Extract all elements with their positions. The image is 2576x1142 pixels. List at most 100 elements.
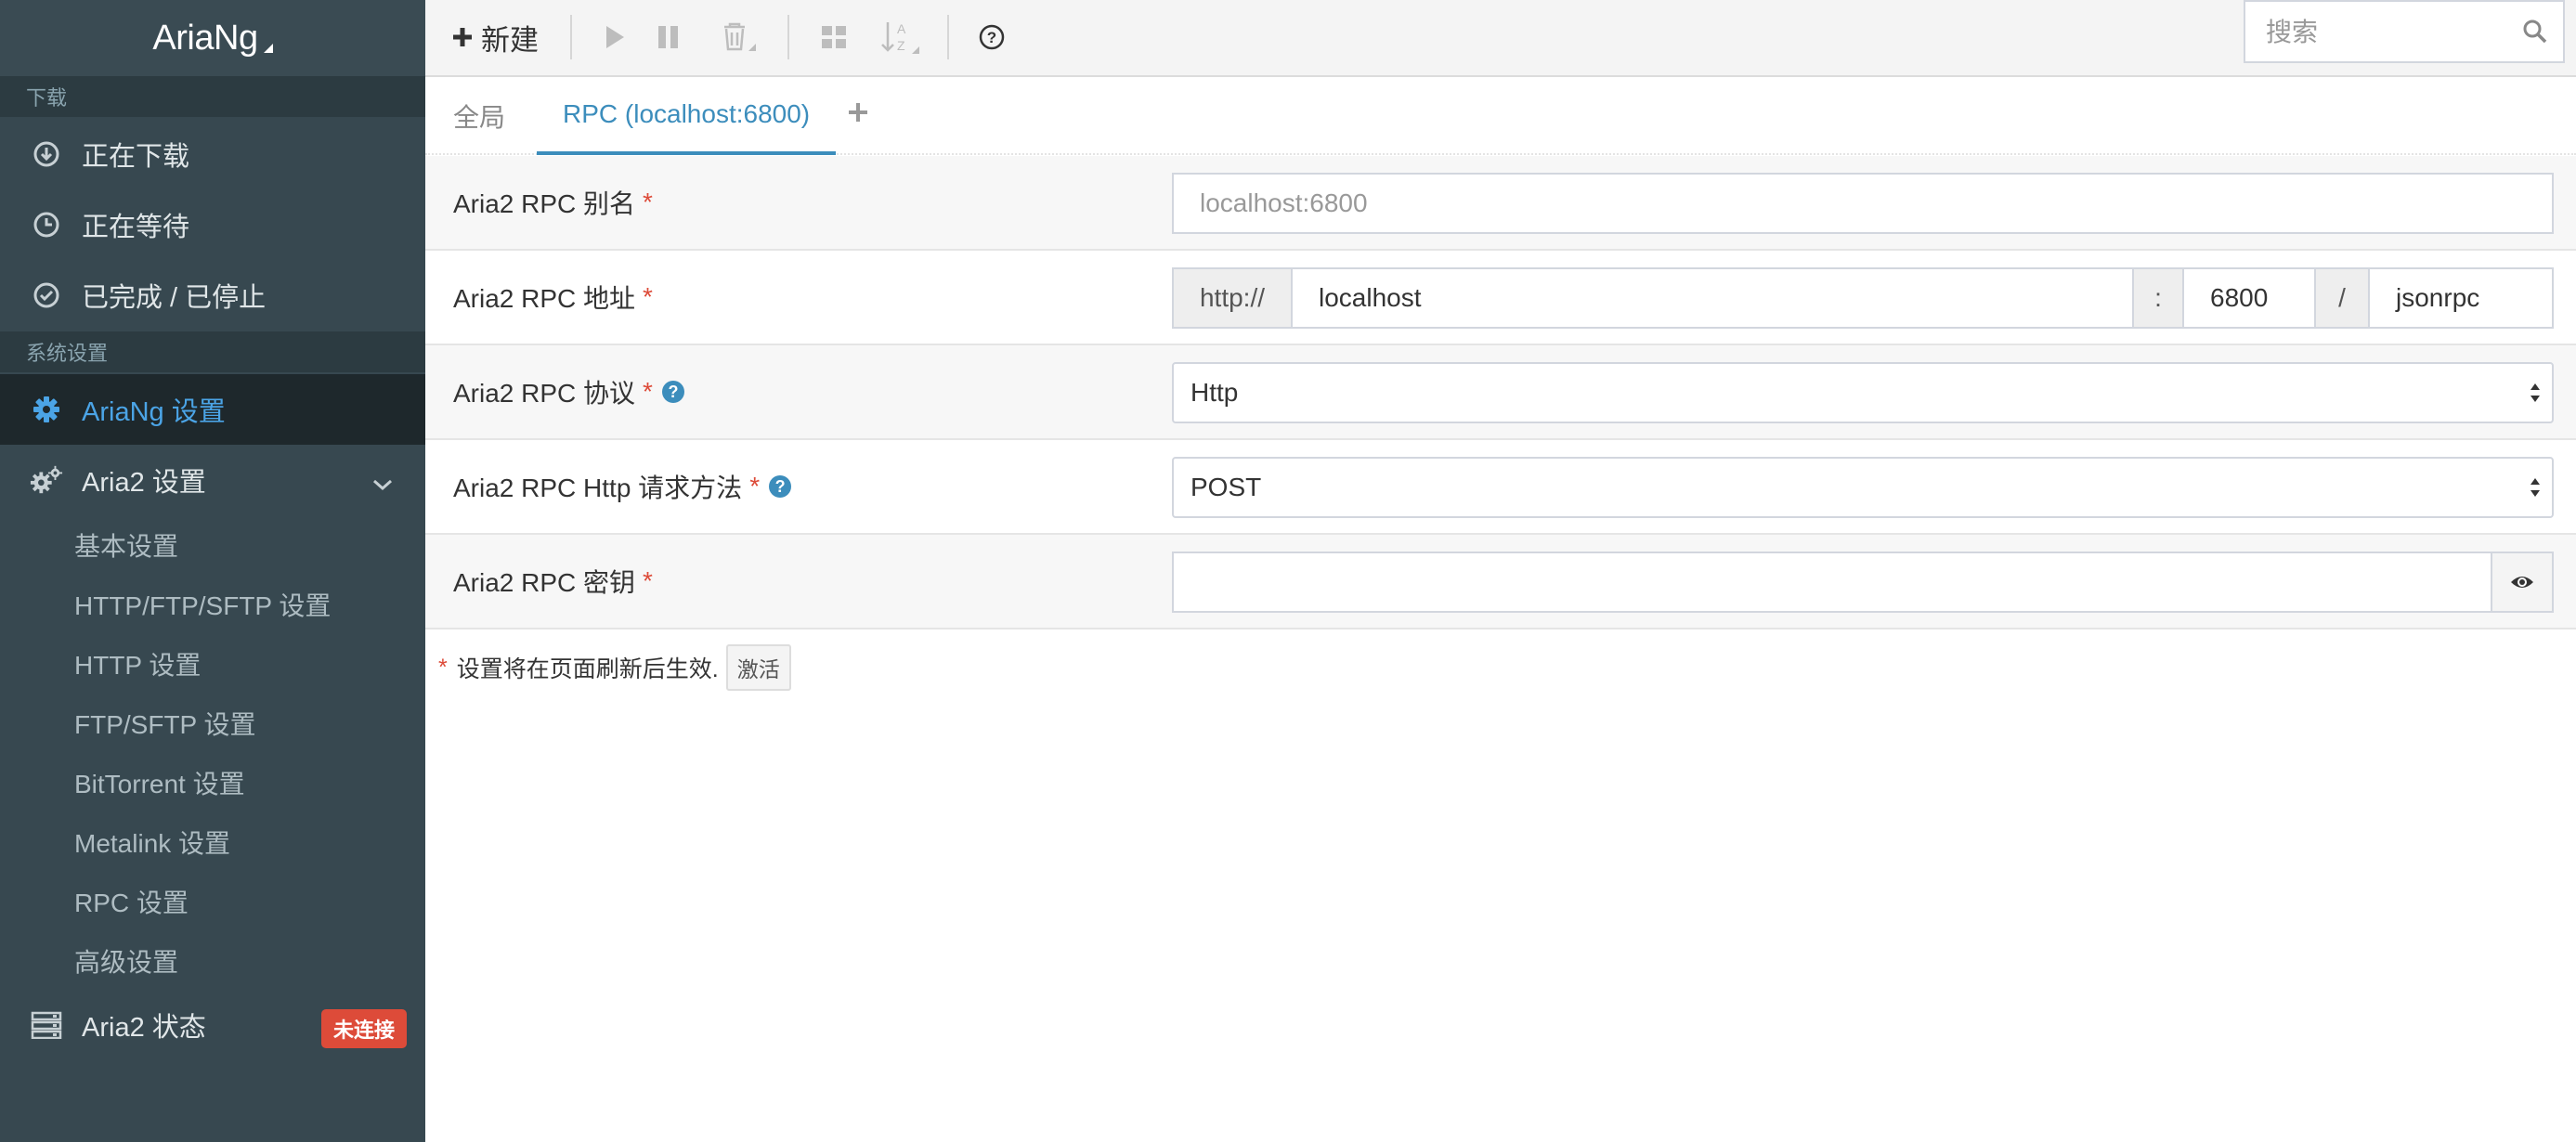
help-button[interactable]: ? — [969, 13, 1014, 61]
plus-icon — [847, 101, 869, 123]
play-icon — [604, 24, 626, 50]
tab-global[interactable]: 全局 — [453, 77, 505, 155]
pause-button[interactable] — [648, 13, 689, 61]
setting-label-text: Aria2 RPC 地址 — [453, 284, 636, 313]
tab-rpc[interactable]: RPC (localhost:6800) — [537, 77, 837, 155]
setting-row-secret: Aria2 RPC 密钥 * — [425, 535, 2576, 629]
required-mark: * — [749, 472, 761, 500]
search-icon[interactable] — [2522, 19, 2548, 49]
sidebar: AriaNg 下载 正在下载 正在等待 已完成 / 已停止 系统设置 AriaN… — [0, 0, 425, 1142]
setting-row-alias: Aria2 RPC 别名 * localhost:6800 — [425, 156, 2576, 251]
sidebar-item-waiting[interactable]: 正在等待 — [0, 189, 425, 260]
toolbar-divider — [787, 15, 789, 59]
select-arrows-icon — [2528, 474, 2543, 508]
setting-label-text: Aria2 RPC 协议 — [453, 379, 636, 408]
search-input[interactable] — [2245, 2, 2518, 63]
setting-row-method: Aria2 RPC Http 请求方法 * ? POST — [425, 440, 2576, 535]
setting-label-text: Aria2 RPC Http 请求方法 — [453, 474, 743, 502]
display-mode-button[interactable] — [812, 13, 856, 61]
sidebar-item-label: 正在下载 — [82, 142, 190, 172]
toolbar: 新建 AZ ? — [425, 0, 2576, 77]
port-input[interactable]: 6800 — [2184, 269, 2314, 327]
svg-text:Z: Z — [897, 38, 905, 53]
setting-row-address: Aria2 RPC 地址 * http:// localhost : 6800 … — [425, 251, 2576, 345]
eye-icon — [2510, 574, 2534, 590]
sidebar-subitem-basic[interactable]: 基本设置 — [0, 515, 425, 575]
alias-placeholder: localhost:6800 — [1200, 188, 1368, 217]
address-input-group: http:// localhost : 6800 / jsonrpc — [1172, 267, 2554, 329]
setting-label-text: Aria2 RPC 别名 — [453, 189, 636, 218]
path-separator: / — [2314, 269, 2370, 327]
chevron-down-icon — [371, 469, 394, 500]
setting-label-text: Aria2 RPC 密钥 — [453, 568, 636, 597]
sidebar-header-settings: 系统设置 — [0, 331, 425, 372]
sidebar-item-label: Aria2 状态 — [82, 1013, 206, 1043]
host-input[interactable]: localhost — [1293, 269, 2132, 327]
help-icon[interactable]: ? — [661, 381, 684, 403]
brand-name: AriaNg — [152, 18, 258, 58]
sidebar-subitem-metalink[interactable]: Metalink 设置 — [0, 812, 425, 872]
sidebar-item-ariang-settings[interactable]: AriaNg 设置 — [0, 374, 425, 445]
setting-label: Aria2 RPC 地址 * — [453, 251, 653, 344]
search-box — [2244, 0, 2565, 63]
required-mark: * — [643, 282, 653, 311]
grid-icon — [820, 23, 848, 51]
svg-text:A: A — [897, 21, 906, 36]
required-mark: * — [643, 566, 653, 595]
sidebar-subitem-advanced[interactable]: 高级设置 — [0, 931, 425, 991]
gear-icon — [30, 393, 63, 426]
toolbar-divider — [570, 15, 572, 59]
start-button[interactable] — [594, 13, 635, 61]
sidebar-item-downloading[interactable]: 正在下载 — [0, 119, 425, 189]
select-arrows-icon — [2528, 379, 2543, 413]
gears-icon — [30, 463, 63, 497]
toolbar-divider — [947, 15, 949, 59]
toggle-secret-visibility-button[interactable] — [2491, 553, 2552, 611]
sort-az-icon: AZ — [880, 19, 925, 56]
pause-icon — [656, 24, 682, 50]
port-separator: : — [2132, 269, 2184, 327]
alias-input[interactable]: localhost:6800 — [1172, 173, 2554, 234]
plus-icon — [451, 26, 474, 48]
sidebar-item-aria2-status[interactable]: Aria2 状态 未连接 — [0, 990, 425, 1060]
sidebar-subitem-http-ftp-sftp[interactable]: HTTP/FTP/SFTP 设置 — [0, 575, 425, 634]
method-selected-value: POST — [1190, 473, 1262, 501]
sidebar-item-stopped[interactable]: 已完成 / 已停止 — [0, 260, 425, 331]
sidebar-header-download: 下载 — [0, 76, 425, 117]
protocol-prefix: http:// — [1172, 269, 1293, 327]
sort-button[interactable]: AZ — [875, 13, 930, 61]
sidebar-item-aria2-settings[interactable]: Aria2 设置 — [0, 445, 425, 515]
server-icon — [30, 1008, 63, 1042]
svg-text:?: ? — [987, 29, 996, 46]
required-mark: * — [643, 377, 653, 406]
note-text: 设置将在页面刷新后生效. — [456, 656, 719, 682]
sidebar-item-label: 正在等待 — [82, 213, 190, 242]
new-task-button[interactable]: 新建 — [451, 13, 539, 61]
sidebar-subitem-http[interactable]: HTTP 设置 — [0, 634, 425, 694]
sidebar-item-label: AriaNg 设置 — [82, 397, 226, 427]
sidebar-subitem-rpc[interactable]: RPC 设置 — [0, 872, 425, 931]
protocol-selected-value: Http — [1190, 378, 1239, 407]
path-input[interactable]: jsonrpc — [2370, 269, 2550, 327]
activate-button[interactable]: 激活 — [725, 644, 791, 691]
method-select[interactable]: POST — [1172, 457, 2554, 518]
sidebar-subitem-ftp-sftp[interactable]: FTP/SFTP 设置 — [0, 694, 425, 753]
setting-label: Aria2 RPC Http 请求方法 * ? — [453, 440, 792, 533]
brand-logo[interactable]: AriaNg — [0, 0, 425, 76]
sidebar-item-label: Aria2 设置 — [82, 468, 206, 498]
delete-button[interactable] — [717, 13, 765, 61]
setting-label: Aria2 RPC 密钥 * — [453, 535, 653, 628]
protocol-select[interactable]: Http — [1172, 362, 2554, 423]
sidebar-subitem-bittorrent[interactable]: BitTorrent 设置 — [0, 753, 425, 812]
add-rpc-tab-button[interactable] — [847, 101, 869, 123]
new-task-label: 新建 — [481, 23, 539, 57]
settings-tabs: 全局 RPC (localhost:6800) — [425, 77, 2576, 155]
download-circle-icon — [30, 137, 63, 171]
help-circle-icon: ? — [978, 23, 1006, 51]
sidebar-item-label: 已完成 / 已停止 — [82, 283, 267, 313]
status-badge: 未连接 — [320, 1009, 407, 1048]
help-icon[interactable]: ? — [769, 475, 792, 498]
secret-input[interactable] — [1174, 553, 2552, 611]
secret-input-group — [1172, 552, 2554, 613]
settings-note: * 设置将在页面刷新后生效. 激活 — [438, 644, 791, 691]
